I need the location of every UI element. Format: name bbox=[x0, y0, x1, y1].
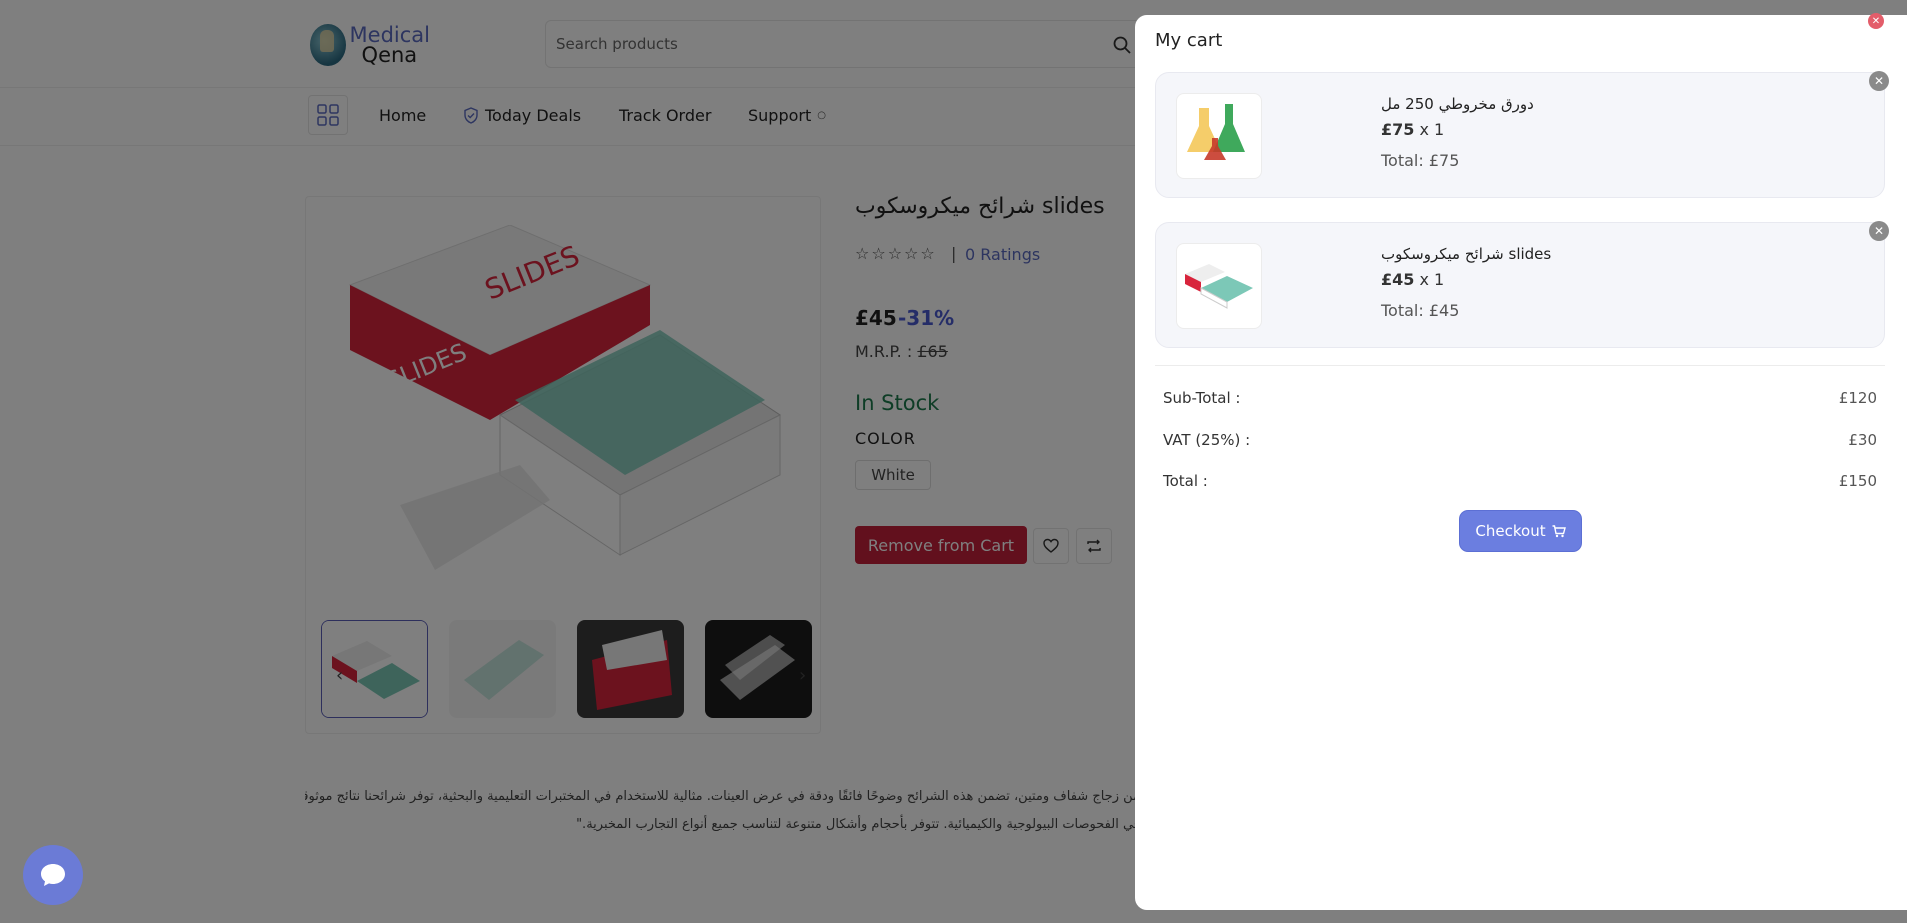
checkout-label: Checkout bbox=[1475, 522, 1546, 540]
cart-item-unit-price: £75 bbox=[1381, 120, 1415, 139]
subtotal-value: £120 bbox=[1838, 389, 1877, 407]
total-label: Total : bbox=[1163, 472, 1208, 490]
close-cart-icon[interactable]: ✕ bbox=[1868, 13, 1884, 29]
cart-item-unit-price: £45 bbox=[1381, 270, 1415, 289]
cart-drawer: My cart ✕ دورق مخروطي 250 مل £75 x 1 Tot… bbox=[1135, 13, 1907, 910]
cart-item-total: Total: £75 bbox=[1381, 151, 1460, 170]
cart-icon bbox=[1552, 524, 1566, 537]
vat-row: VAT (25%) : £30 bbox=[1163, 431, 1877, 449]
chat-widget-button[interactable] bbox=[23, 845, 83, 905]
cart-item-total: Total: £45 bbox=[1381, 301, 1460, 320]
total-row: Total : £150 bbox=[1163, 472, 1877, 490]
checkout-button[interactable]: Checkout bbox=[1460, 511, 1581, 551]
cart-item-price: £75 x 1 bbox=[1381, 120, 1444, 139]
cart-item: شرائح ميكروسكوب slides £45 x 1 Total: £4… bbox=[1155, 221, 1889, 348]
cart-item-image bbox=[1176, 93, 1262, 179]
vat-label: VAT (25%) : bbox=[1163, 431, 1251, 449]
cart-divider bbox=[1155, 365, 1885, 366]
chat-icon bbox=[41, 864, 65, 886]
cart-title: My cart bbox=[1155, 30, 1223, 51]
cart-item-name: شرائح ميكروسكوب slides bbox=[1381, 245, 1552, 263]
subtotal-label: Sub-Total : bbox=[1163, 389, 1241, 407]
remove-item-icon[interactable]: ✕ bbox=[1869, 71, 1889, 91]
vat-value: £30 bbox=[1848, 431, 1877, 449]
cart-item-image bbox=[1176, 243, 1262, 329]
cart-item: دورق مخروطي 250 مل £75 x 1 Total: £75 ✕ bbox=[1155, 71, 1889, 198]
remove-item-icon[interactable]: ✕ bbox=[1869, 221, 1889, 241]
subtotal-row: Sub-Total : £120 bbox=[1163, 389, 1877, 407]
cart-item-qty: x 1 bbox=[1419, 270, 1445, 289]
cart-item-name: دورق مخروطي 250 مل bbox=[1381, 95, 1534, 113]
cart-item-price: £45 x 1 bbox=[1381, 270, 1444, 289]
cart-item-qty: x 1 bbox=[1419, 120, 1445, 139]
total-value: £150 bbox=[1838, 472, 1877, 490]
